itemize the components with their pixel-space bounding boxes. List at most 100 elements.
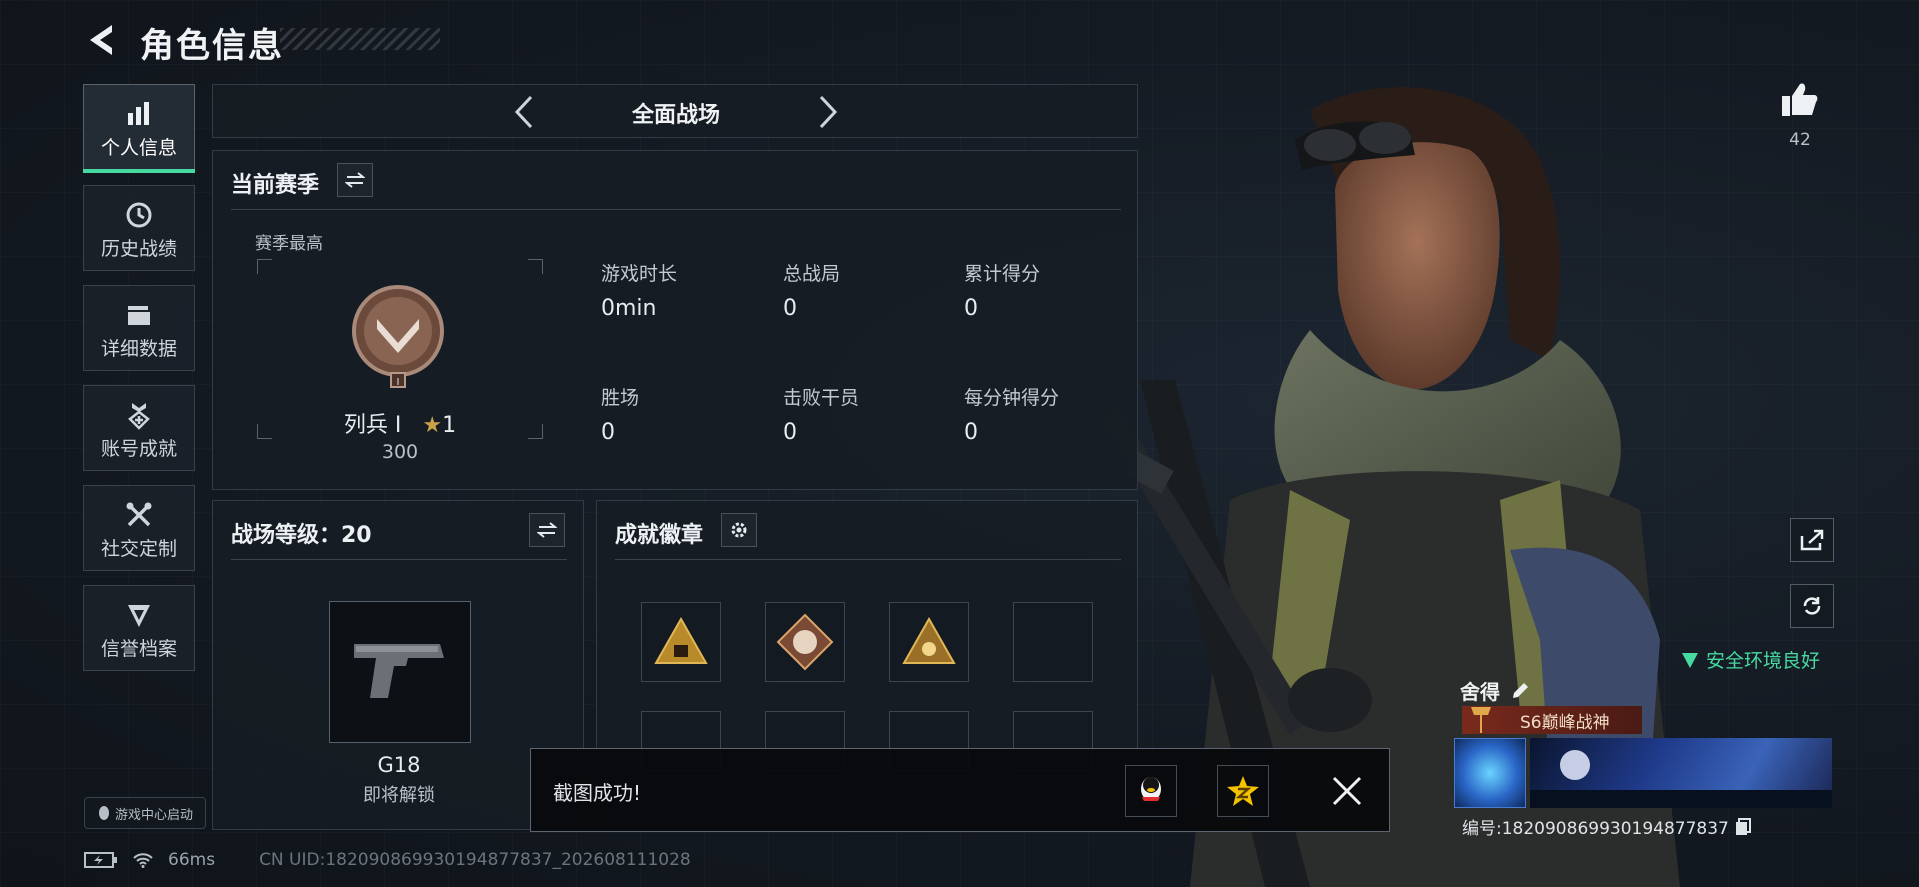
status-bar: 66ms CN UID:182090869930194877837_202608… (84, 850, 691, 870)
rank-stars: 1 (442, 413, 457, 438)
stat-label: 游戏时长 (601, 263, 678, 285)
stat-total-score: 累计得分 0 (964, 259, 1040, 321)
sidebar-item-profile[interactable]: 个人信息 (83, 84, 195, 173)
gear-icon (731, 522, 747, 538)
sidebar-item-achievements[interactable]: 账号成就 (83, 385, 195, 471)
stat-value: 0min (601, 296, 657, 321)
toast-text: 截图成功! (553, 781, 642, 805)
pistol-icon (354, 644, 444, 698)
divider (231, 209, 1121, 210)
share-icon (1800, 529, 1824, 551)
security-shield-icon (1682, 652, 1698, 668)
profile-id-text: 编号:182090869930194877837 (1462, 819, 1729, 839)
stat-total-matches: 总战局 0 (783, 259, 840, 321)
rank-row: 列兵 I ★1 (257, 407, 543, 439)
achievement-badge[interactable] (765, 602, 845, 682)
swap-icon (537, 522, 557, 538)
sidebar-item-label: 个人信息 (100, 137, 177, 159)
screenshot-toast: 截图成功! (530, 748, 1390, 832)
tools-icon (126, 502, 152, 527)
stat-value: 0 (783, 420, 797, 445)
stat-label: 总战局 (783, 263, 841, 285)
sidebar-item-reputation[interactable]: 信誉档案 (83, 585, 195, 671)
divider (231, 559, 567, 560)
back-arrow-icon[interactable] (84, 22, 120, 58)
security-status: 安全环境良好 (1680, 646, 1820, 673)
star-icon: ★ (422, 413, 443, 438)
sidebar-item-label: 账号成就 (100, 438, 177, 460)
qzone-star-icon (1227, 776, 1259, 806)
wolf-badge-icon (776, 613, 834, 671)
sidebar-item-label: 社交定制 (100, 538, 177, 560)
close-icon[interactable] (1331, 775, 1363, 807)
sidebar-item-label: 历史战绩 (100, 238, 177, 260)
thumbs-up-icon[interactable] (1780, 80, 1820, 120)
title-emblem-icon (1471, 707, 1491, 733)
weapon-slot[interactable] (329, 601, 471, 743)
sidebar-item-social[interactable]: 社交定制 (83, 485, 195, 571)
sidebar-item-history[interactable]: 历史战绩 (83, 185, 195, 271)
stat-label: 击败干员 (783, 387, 860, 409)
copy-icon[interactable] (1735, 817, 1751, 836)
pyramid-badge-icon (654, 616, 708, 664)
qq-penguin-icon (1141, 777, 1161, 801)
stat-score-per-minute: 每分钟得分 0 (964, 383, 1059, 445)
rank-points: 300 (381, 441, 419, 463)
stat-kills: 击败干员 0 (783, 383, 859, 445)
page-title: 角色信息 (140, 26, 284, 66)
sidebar-item-label: 信誉档案 (100, 638, 177, 660)
rank-medal-icon: I (352, 285, 444, 388)
stat-wins: 胜场 0 (601, 383, 639, 445)
mode-selector-bar: 全面战场 (212, 84, 1138, 138)
achievement-slot-empty[interactable] (1013, 602, 1093, 682)
ping-text: 66ms (168, 850, 216, 870)
stat-play-time: 游戏时长 0min (601, 259, 677, 321)
divider (615, 559, 1121, 560)
achievement-badge[interactable] (889, 602, 969, 682)
history-icon (126, 202, 152, 228)
sidebar-item-details[interactable]: 详细数据 (83, 285, 195, 371)
title-badge: S6巅峰战神 (1462, 706, 1642, 734)
player-name: 舍得 (1460, 680, 1500, 704)
achievement-badge[interactable] (641, 602, 721, 682)
achievement-icon (128, 403, 150, 430)
battle-level-panel: 战场等级：20 G18 即将解锁 (212, 500, 584, 830)
edit-pencil-icon[interactable] (1510, 681, 1530, 701)
bar-chart-icon (128, 102, 149, 125)
share-button[interactable] (1790, 518, 1834, 562)
stat-value: 0 (601, 420, 615, 445)
refresh-icon (1803, 597, 1821, 615)
stat-value: 0 (783, 296, 797, 321)
chevron-right-icon[interactable] (813, 93, 843, 131)
battle-level-title: 战场等级：20 (231, 523, 372, 548)
stat-label: 每分钟得分 (964, 387, 1060, 409)
season-switch-button[interactable] (337, 163, 373, 197)
stat-label: 胜场 (601, 387, 640, 409)
stat-label: 累计得分 (964, 263, 1041, 285)
stat-value: 0 (964, 420, 978, 445)
uid-text: CN UID:182090869930194877837_20260811102… (259, 850, 691, 870)
svg-text:I: I (397, 377, 400, 388)
game-center-label: 游戏中心启动 (114, 807, 193, 823)
avatar[interactable] (1454, 738, 1526, 808)
season-best-label: 赛季最高 (255, 234, 323, 254)
season-title: 当前赛季 (231, 173, 320, 198)
wifi-icon (133, 853, 153, 868)
share-qzone-button[interactable] (1217, 765, 1269, 817)
profile-id: 编号:182090869930194877837 (1462, 814, 1751, 839)
rank-name: 列兵 I (343, 413, 402, 438)
battle-level-switch-button[interactable] (529, 513, 565, 547)
likes-count: 42 (1789, 130, 1811, 150)
sidebar-item-label: 详细数据 (100, 338, 177, 360)
achievements-settings-button[interactable] (721, 513, 757, 547)
title-decoration (280, 28, 440, 50)
profile-name: 舍得 (1460, 676, 1530, 705)
swap-icon (345, 172, 365, 188)
share-qq-button[interactable] (1125, 765, 1177, 817)
refresh-button[interactable] (1790, 584, 1834, 628)
mode-label: 全面战场 (631, 103, 720, 128)
penguin-icon (98, 806, 109, 820)
title-badge-text: S6巅峰战神 (1520, 712, 1610, 733)
game-center-button[interactable]: 游戏中心启动 (84, 797, 206, 829)
folder-icon (128, 306, 150, 325)
